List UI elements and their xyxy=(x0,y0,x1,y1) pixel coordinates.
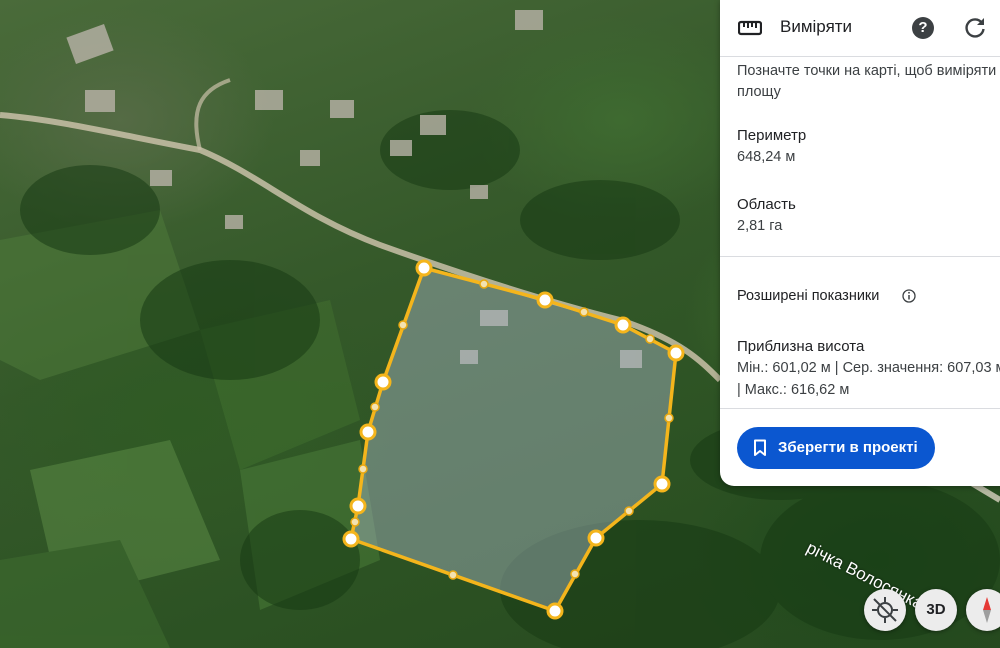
compass-icon xyxy=(983,597,991,623)
hint-line-1: Позначте точки на карті, щоб виміряти xyxy=(737,63,997,79)
metrics-divider xyxy=(720,256,1000,257)
measure-hint: Позначте точки на карті, щоб виміряти пл… xyxy=(737,61,1000,103)
location-button[interactable] xyxy=(864,589,906,631)
save-to-project-button[interactable]: Зберегти в проекті xyxy=(737,427,935,469)
perimeter-label: Периметр xyxy=(737,127,807,144)
elevation-stats-line-1: Мін.: 601,02 м | Сер. значення: 607,03 м xyxy=(737,360,1000,376)
area-value: 2,81 га xyxy=(737,218,783,234)
bookmark-icon xyxy=(754,439,766,456)
panel-header: Виміряти ? xyxy=(720,0,1000,56)
location-off-icon xyxy=(872,597,898,623)
hint-line-2: площу xyxy=(737,84,781,100)
elevation-label: Приблизна висота xyxy=(737,338,865,355)
header-divider xyxy=(720,56,1000,57)
3d-label: 3D xyxy=(926,601,946,618)
info-icon[interactable] xyxy=(902,289,916,303)
perimeter-value: 648,24 м xyxy=(737,149,796,165)
elevation-divider xyxy=(720,408,1000,409)
measure-panel: Виміряти ? Позначте точки на карті, щоб … xyxy=(720,0,1000,486)
elevation-stats-line-2: | Макс.: 616,62 м xyxy=(737,382,850,398)
area-label: Область xyxy=(737,196,796,213)
save-button-label: Зберегти в проекті xyxy=(778,439,918,456)
3d-toggle-button[interactable]: 3D xyxy=(915,589,957,631)
ruler-icon xyxy=(738,20,762,36)
refresh-icon[interactable] xyxy=(962,15,988,41)
panel-title: Виміряти xyxy=(780,17,853,36)
help-icon[interactable]: ? xyxy=(912,17,934,39)
advanced-metrics-label: Розширені показники xyxy=(737,288,880,304)
compass-button[interactable] xyxy=(966,589,1000,631)
